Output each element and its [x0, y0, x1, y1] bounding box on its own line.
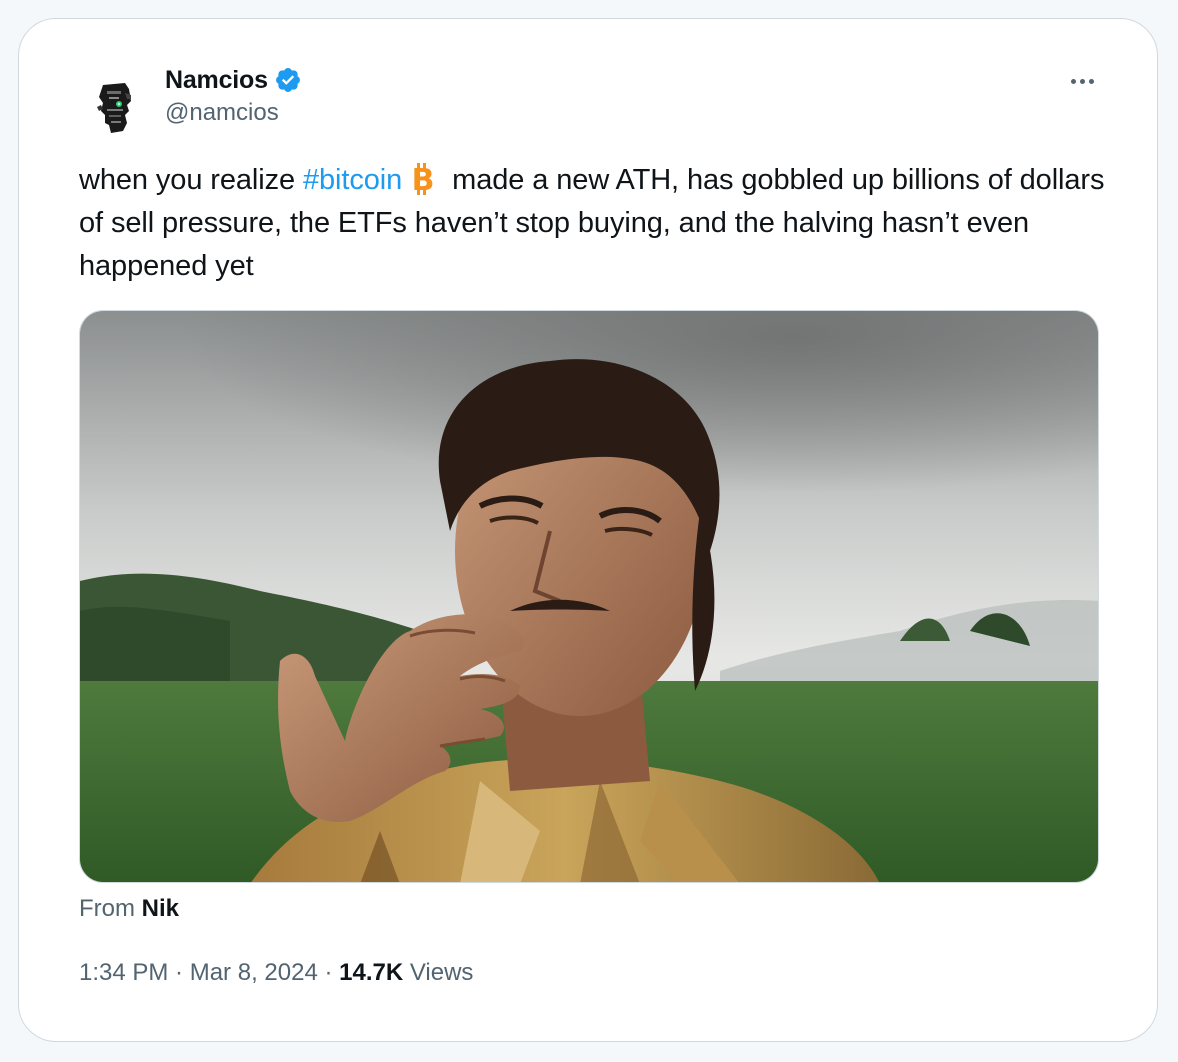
dot	[1070, 78, 1076, 84]
hashtag-link[interactable]: #bitcoin	[303, 164, 402, 196]
views-label: Views	[403, 959, 474, 986]
media-attribution: From Nik	[79, 895, 179, 923]
tweet-card[interactable]: Namcios @namcios when you realize #bitco…	[18, 18, 1158, 1042]
media-thumbnail	[80, 311, 1098, 882]
author-avatar[interactable]	[81, 71, 153, 143]
more-options-icon[interactable]	[1065, 67, 1099, 95]
verified-badge-icon	[275, 68, 300, 92]
attribution-prefix: From	[79, 895, 142, 922]
tweet-date[interactable]: Mar 8, 2024	[190, 959, 318, 987]
bitcoin-icon: B	[412, 163, 435, 195]
author-display-name[interactable]: Namcios	[165, 66, 268, 95]
tweet-meta: 1:34 PM · Mar 8, 2024 · 14.7K Views	[79, 959, 473, 987]
dot	[1088, 78, 1094, 84]
meta-separator: ·	[168, 959, 190, 986]
author-name-row: Namcios	[165, 63, 302, 97]
author-handle[interactable]: @namcios	[165, 99, 279, 127]
meta-separator: ·	[317, 959, 340, 986]
tweet-time[interactable]: 1:34 PM	[79, 959, 168, 987]
robot-head-avatar-icon	[81, 71, 153, 143]
attribution-source-link[interactable]: Nik	[142, 895, 179, 922]
tweet-text: when you realize #bitcoin B made a new A…	[79, 159, 1109, 288]
tweet-text-before: when you realize	[79, 164, 303, 196]
views-count: 14.7K	[339, 959, 404, 986]
dot	[1079, 78, 1085, 84]
tweet-media[interactable]	[79, 310, 1099, 883]
